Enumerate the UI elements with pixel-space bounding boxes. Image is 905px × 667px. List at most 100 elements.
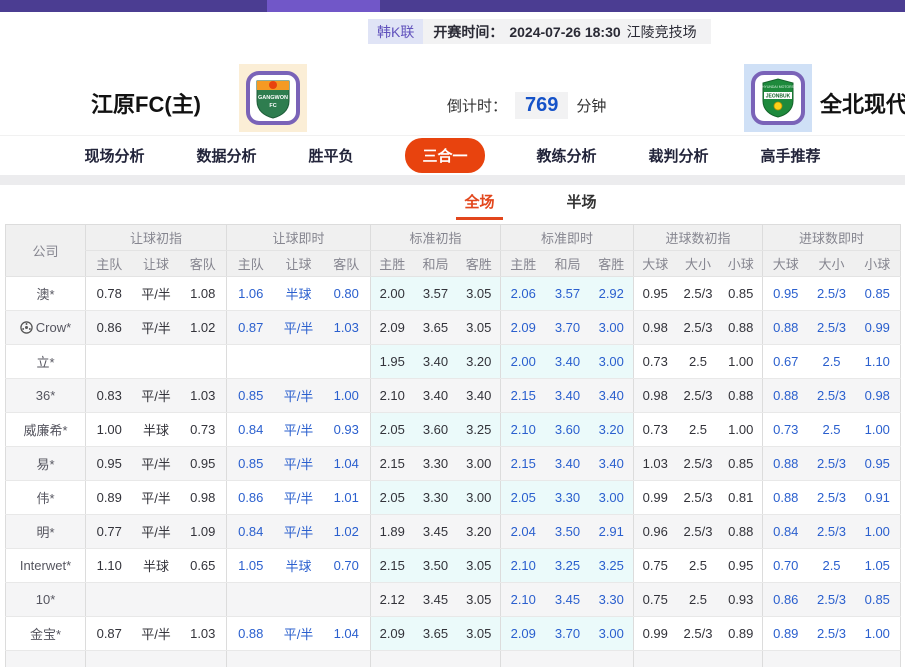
- odds-cell[interactable]: 1.05: [855, 549, 901, 583]
- odds-cell[interactable]: 0.65: [180, 549, 227, 583]
- odds-cell[interactable]: 2.10: [501, 549, 546, 583]
- odds-cell[interactable]: 2.5/3: [677, 515, 720, 549]
- odds-cell[interactable]: 3.40: [414, 379, 458, 413]
- odds-cell[interactable]: 0.86: [86, 311, 133, 345]
- odds-cell[interactable]: 0.88: [227, 617, 275, 651]
- odds-cell[interactable]: 3.25: [590, 549, 634, 583]
- odds-cell[interactable]: 3.30: [414, 447, 458, 481]
- nav-tab-data-analysis[interactable]: 数据分析: [196, 145, 256, 166]
- odds-cell[interactable]: 0.88: [720, 311, 763, 345]
- odds-cell[interactable]: 2.92: [590, 277, 634, 311]
- odds-cell[interactable]: 0.88: [763, 379, 809, 413]
- odds-cell[interactable]: 0.73: [634, 345, 677, 379]
- odds-cell[interactable]: 1.89: [371, 515, 414, 549]
- odds-cell[interactable]: 3.50: [546, 515, 590, 549]
- odds-cell[interactable]: 1.00: [855, 413, 901, 447]
- odds-cell[interactable]: 0.88: [720, 515, 763, 549]
- odds-cell[interactable]: 1.10: [86, 549, 133, 583]
- odds-cell[interactable]: 2.09: [371, 617, 414, 651]
- odds-cell[interactable]: 2.09: [371, 311, 414, 345]
- odds-cell[interactable]: 3.30: [546, 481, 590, 515]
- odds-cell[interactable]: 0.77: [86, 515, 133, 549]
- odds-cell[interactable]: 0.89: [763, 617, 809, 651]
- odds-cell[interactable]: 2.15: [371, 549, 414, 583]
- odds-cell[interactable]: 1.00: [855, 515, 901, 549]
- odds-cell[interactable]: 1.09: [180, 515, 227, 549]
- odds-cell[interactable]: 2.5/3: [809, 379, 855, 413]
- odds-cell[interactable]: 0.95: [86, 447, 133, 481]
- odds-cell[interactable]: 0.85: [227, 447, 275, 481]
- odds-cell[interactable]: 0.84: [763, 515, 809, 549]
- odds-cell[interactable]: 0.98: [855, 379, 901, 413]
- odds-cell[interactable]: 2.15: [501, 447, 546, 481]
- odds-cell[interactable]: 平/半: [275, 447, 323, 481]
- odds-cell[interactable]: 3.05: [458, 583, 501, 617]
- odds-cell[interactable]: 平/半: [133, 481, 180, 515]
- odds-cell[interactable]: 0.93: [323, 413, 371, 447]
- odds-cell[interactable]: 1.05: [227, 549, 275, 583]
- odds-cell[interactable]: 0.98: [180, 481, 227, 515]
- odds-cell[interactable]: 3.60: [414, 413, 458, 447]
- odds-cell[interactable]: 平/半: [275, 311, 323, 345]
- odds-cell[interactable]: 2.5/3: [809, 515, 855, 549]
- odds-cell[interactable]: 2.5/3: [677, 277, 720, 311]
- odds-cell[interactable]: 0.96: [634, 515, 677, 549]
- odds-cell[interactable]: 平/半: [133, 617, 180, 651]
- odds-cell[interactable]: 3.40: [458, 379, 501, 413]
- odds-cell[interactable]: 2.09: [501, 617, 546, 651]
- bookmaker-name[interactable]: 易*: [6, 447, 86, 481]
- odds-cell[interactable]: 2.5/3: [809, 311, 855, 345]
- odds-cell[interactable]: 2.10: [501, 583, 546, 617]
- odds-cell[interactable]: 3.65: [414, 311, 458, 345]
- odds-cell[interactable]: 2.5: [677, 345, 720, 379]
- odds-cell[interactable]: 3.60: [546, 413, 590, 447]
- odds-cell[interactable]: 3.40: [414, 345, 458, 379]
- odds-cell[interactable]: 3.05: [458, 277, 501, 311]
- bookmaker-name[interactable]: Interwet*: [6, 549, 86, 583]
- odds-cell[interactable]: 平/半: [133, 277, 180, 311]
- odds-cell[interactable]: 1.04: [323, 617, 371, 651]
- odds-cell[interactable]: 3.20: [458, 515, 501, 549]
- odds-cell[interactable]: 2.5/3: [809, 617, 855, 651]
- odds-cell[interactable]: 1.02: [323, 515, 371, 549]
- odds-cell[interactable]: 3.45: [414, 583, 458, 617]
- subtab-full-match[interactable]: 全场: [456, 191, 502, 220]
- odds-cell[interactable]: 1.01: [323, 481, 371, 515]
- odds-cell[interactable]: 0.89: [720, 617, 763, 651]
- odds-cell[interactable]: 0.89: [86, 481, 133, 515]
- odds-cell[interactable]: 3.65: [414, 617, 458, 651]
- odds-cell[interactable]: 3.30: [414, 481, 458, 515]
- odds-cell[interactable]: 0.84: [227, 515, 275, 549]
- odds-cell[interactable]: 3.50: [414, 549, 458, 583]
- odds-cell[interactable]: 0.99: [634, 617, 677, 651]
- odds-cell[interactable]: 0.73: [763, 413, 809, 447]
- odds-cell[interactable]: 0.95: [763, 277, 809, 311]
- odds-cell[interactable]: 0.86: [227, 481, 275, 515]
- odds-cell[interactable]: 0.75: [634, 549, 677, 583]
- odds-cell[interactable]: 2.04: [501, 515, 546, 549]
- odds-cell[interactable]: 平/半: [133, 515, 180, 549]
- odds-cell[interactable]: 1.03: [634, 447, 677, 481]
- odds-cell[interactable]: 1.00: [720, 345, 763, 379]
- odds-cell[interactable]: 2.5: [809, 413, 855, 447]
- odds-cell[interactable]: 2.05: [371, 413, 414, 447]
- odds-cell[interactable]: 平/半: [275, 413, 323, 447]
- odds-cell[interactable]: 平/半: [275, 379, 323, 413]
- bookmaker-name[interactable]: 金宝*: [6, 617, 86, 651]
- odds-cell[interactable]: 3.05: [458, 311, 501, 345]
- odds-cell[interactable]: 0.86: [763, 583, 809, 617]
- odds-cell[interactable]: 半球: [133, 549, 180, 583]
- odds-cell[interactable]: 2.05: [501, 481, 546, 515]
- odds-cell[interactable]: 0.75: [634, 583, 677, 617]
- bookmaker-name[interactable]: 36*: [6, 379, 86, 413]
- odds-cell[interactable]: 0.99: [634, 481, 677, 515]
- odds-cell[interactable]: 0.98: [634, 311, 677, 345]
- odds-cell[interactable]: 0.84: [227, 413, 275, 447]
- odds-cell[interactable]: 0.83: [86, 379, 133, 413]
- odds-cell[interactable]: 1.00: [855, 617, 901, 651]
- odds-cell[interactable]: 3.30: [590, 583, 634, 617]
- odds-cell[interactable]: 平/半: [133, 311, 180, 345]
- odds-cell[interactable]: 2.09: [501, 311, 546, 345]
- odds-cell[interactable]: 0.95: [180, 447, 227, 481]
- odds-cell[interactable]: 2.5: [677, 549, 720, 583]
